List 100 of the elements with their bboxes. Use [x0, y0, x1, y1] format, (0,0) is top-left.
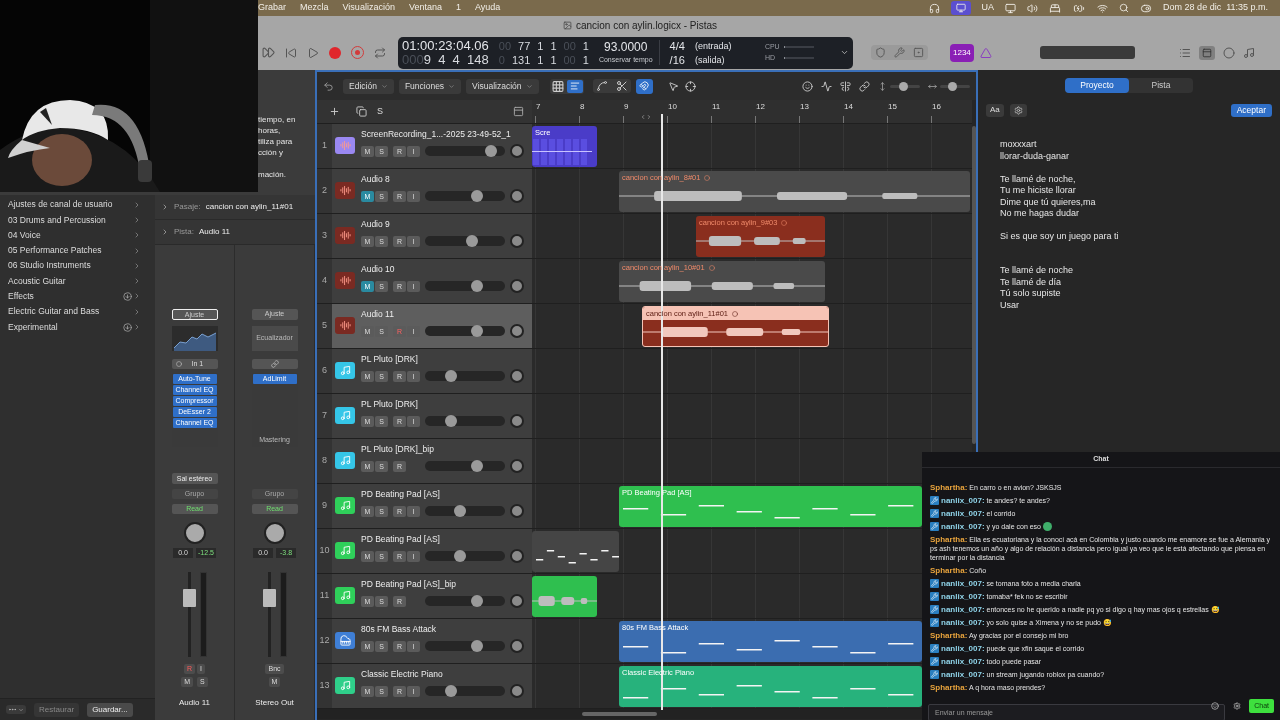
ruler[interactable]: 7 8 9 10 11 12 13 14 15 16 — [532, 100, 972, 123]
snap-button[interactable] — [635, 78, 653, 94]
cycle-marker-icon[interactable] — [640, 114, 652, 120]
track-name[interactable]: Audio 10 — [361, 264, 524, 274]
library-item[interactable]: Electric Guitar and Bass — [0, 304, 155, 320]
back-icon[interactable] — [323, 80, 334, 92]
crosshair-tool-icon[interactable] — [684, 80, 696, 92]
library-item[interactable]: 05 Performance Patches — [0, 242, 155, 259]
volume-slider[interactable] — [425, 640, 505, 652]
pan-knob[interactable] — [510, 369, 524, 383]
bar-position[interactable]: 0009 4 4 148 — [402, 52, 489, 67]
track-inspector-row[interactable]: Pista: Audio 11 — [155, 220, 315, 245]
battery-icon[interactable] — [1072, 2, 1087, 14]
menu-item[interactable]: Ventana — [408, 1, 442, 15]
pan-knob[interactable] — [510, 459, 524, 473]
volume-slider[interactable] — [425, 190, 505, 202]
solo-toggle[interactable]: S — [377, 104, 383, 119]
editor-button[interactable] — [1198, 45, 1215, 60]
pan-knob[interactable] — [510, 414, 524, 428]
search-icon[interactable] — [1119, 3, 1130, 13]
control-center-icon[interactable] — [1140, 2, 1153, 14]
settings-button[interactable] — [1009, 103, 1027, 117]
track-name[interactable]: PL Pluto [DRK] — [361, 399, 524, 409]
tab[interactable]: Proyecto — [1065, 77, 1129, 93]
link-slot[interactable] — [251, 359, 298, 369]
duplicate-icon[interactable] — [356, 106, 367, 117]
list-icon[interactable] — [1178, 46, 1191, 59]
disclosure-icon[interactable] — [161, 228, 169, 236]
volume-slider[interactable] — [425, 685, 505, 697]
volume-slider[interactable] — [425, 595, 505, 607]
settings-icon[interactable] — [1233, 702, 1242, 710]
disclosure-icon[interactable] — [161, 203, 169, 211]
grid-icon[interactable] — [550, 79, 565, 93]
count-in-button[interactable]: 1234 — [950, 43, 974, 62]
pan-knob[interactable] — [510, 279, 524, 293]
region[interactable] — [532, 531, 619, 572]
output-label[interactable]: (salida) — [694, 52, 747, 67]
menu-item[interactable]: Grabar — [258, 1, 286, 15]
pan-knob[interactable] — [510, 324, 524, 338]
pan-knob[interactable] — [510, 639, 524, 653]
save-button[interactable]: Guardar... — [87, 702, 133, 717]
zoom-slider[interactable] — [940, 81, 970, 91]
menu-item[interactable]: Visualización — [342, 1, 395, 15]
display-field[interactable] — [1039, 46, 1135, 59]
pointer-tool-icon[interactable] — [667, 80, 679, 92]
track-name[interactable]: PL Pluto [DRK]_bip — [361, 444, 524, 454]
track-name[interactable]: Audio 9 — [361, 219, 524, 229]
add-track-icon[interactable] — [329, 106, 340, 117]
track-name[interactable]: Audio 11 — [361, 309, 524, 319]
pan-knob[interactable] — [510, 234, 524, 248]
track-name[interactable]: PD Beating Pad [AS] — [361, 489, 524, 499]
download-icon[interactable] — [123, 291, 132, 301]
track-name[interactable]: PD Beating Pad [AS]_bip — [361, 579, 524, 589]
emoji-picker-icon[interactable] — [1211, 702, 1220, 710]
media-icon[interactable] — [1242, 46, 1255, 59]
tab[interactable]: Pista — [1129, 77, 1193, 93]
track-name[interactable]: Classic Electric Piano — [361, 669, 524, 679]
smiley-icon[interactable] — [802, 80, 813, 92]
library-item[interactable]: Effects — [0, 288, 155, 305]
library-item[interactable]: Experimental — [0, 319, 155, 335]
pan-knob[interactable] — [510, 549, 524, 563]
zoom-slider[interactable] — [890, 81, 920, 91]
curve-icon[interactable] — [595, 80, 608, 92]
chevron-icon[interactable] — [840, 48, 849, 57]
tempo[interactable]: 93.0000 — [604, 39, 648, 55]
library-item[interactable]: Ajustes de canal de usuario — [0, 197, 155, 213]
menu-item[interactable]: 1 — [455, 1, 461, 15]
menu-button[interactable]: Funciones — [398, 78, 462, 94]
library-item[interactable]: 04 Voice — [0, 227, 155, 243]
input-label[interactable]: (entrada) — [694, 38, 747, 53]
download-icon[interactable] — [123, 322, 132, 332]
time-signature[interactable]: 4/4 — [669, 38, 685, 53]
eq-curve-icon[interactable] — [171, 326, 218, 351]
volume-slider[interactable] — [425, 415, 505, 427]
options-button[interactable] — [6, 705, 26, 714]
volume-slider[interactable] — [425, 550, 505, 562]
pan-knob[interactable] — [510, 189, 524, 203]
display-icon[interactable] — [1005, 2, 1017, 14]
list-view-button[interactable] — [566, 79, 583, 93]
volume-slider[interactable] — [425, 235, 505, 247]
volume-slider[interactable] — [425, 370, 505, 382]
volume-fader[interactable] — [182, 572, 196, 657]
bed-icon[interactable] — [1049, 2, 1062, 14]
waveform-zoom-icon[interactable] — [821, 80, 832, 92]
screen-share-icon[interactable] — [950, 1, 971, 15]
menu-button[interactable]: Visualización — [466, 78, 539, 94]
scrollbar[interactable] — [972, 126, 976, 444]
track-name[interactable]: PD Beating Pad [AS] — [361, 534, 524, 544]
clock[interactable]: Dom 28 de dic 11:35 p.m. — [1163, 1, 1268, 15]
menu-item[interactable]: Ayuda — [474, 1, 501, 15]
library-item[interactable]: Acoustic Guitar — [0, 273, 155, 289]
library-item[interactable]: 03 Drums and Percussion — [0, 212, 155, 228]
keyboard-layout[interactable]: UA — [981, 1, 995, 15]
library-item[interactable]: 06 Studio Instruments — [0, 258, 155, 274]
volume-slider[interactable] — [425, 325, 505, 337]
smpte-position[interactable]: 01:00:23:04.06 — [402, 38, 489, 53]
volume-slider[interactable] — [425, 280, 505, 292]
volume-slider[interactable] — [425, 460, 505, 472]
fast-forward-icon[interactable] — [262, 46, 275, 59]
wifi-icon[interactable] — [1097, 2, 1109, 14]
